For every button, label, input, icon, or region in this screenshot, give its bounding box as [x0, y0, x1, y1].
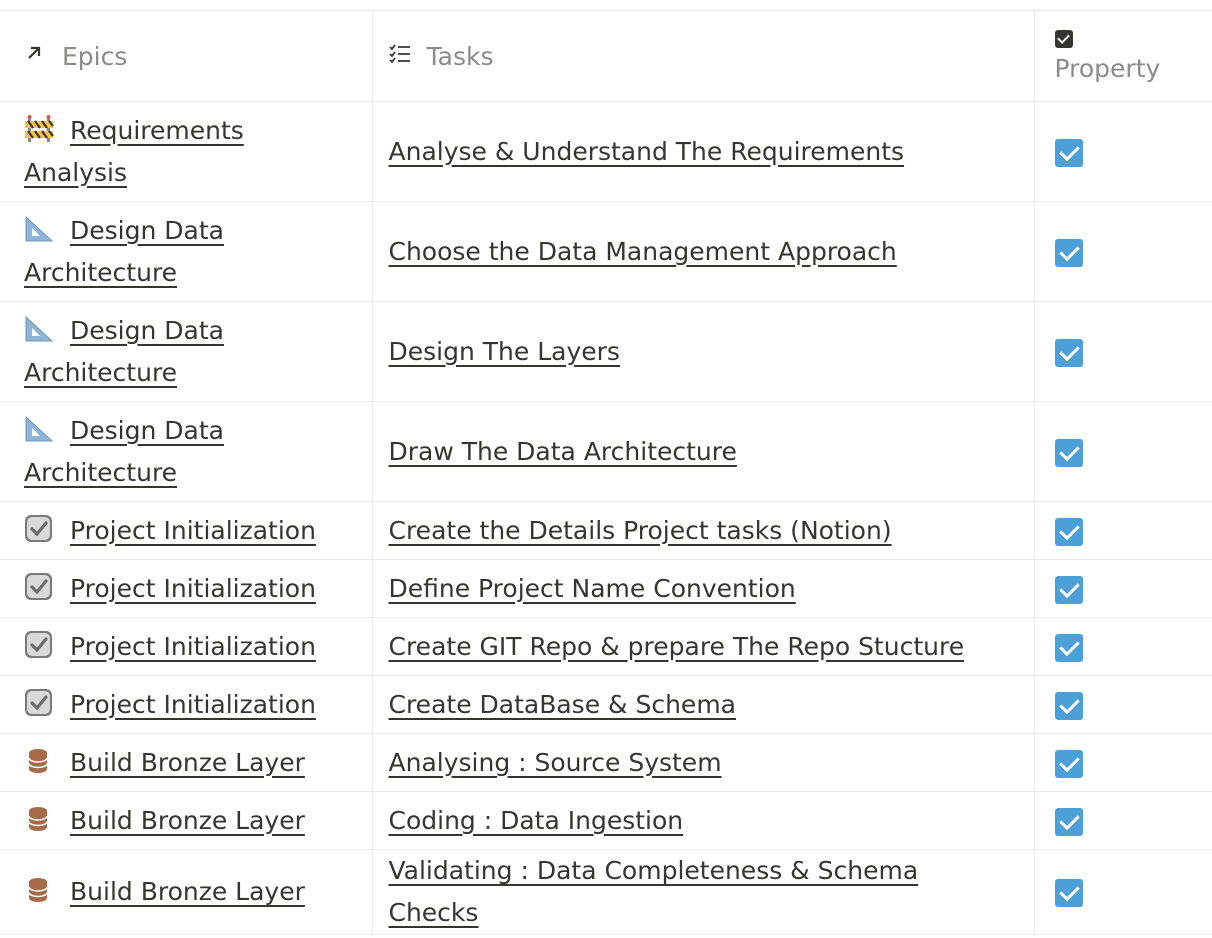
cell-epic[interactable]: Project Initialization: [0, 501, 373, 560]
cell-property: [1034, 733, 1212, 792]
task-link[interactable]: Coding : Data Ingestion: [389, 806, 684, 835]
cell-epic[interactable]: Build Bronze Layer: [0, 733, 373, 792]
task-link[interactable]: Analysing : Source System: [389, 748, 722, 777]
tasks-table-view: Epics Tasks Property Requirements Analys…: [0, 10, 1212, 935]
epic-link[interactable]: Project Initialization: [70, 574, 316, 603]
task-link[interactable]: Analyse & Understand The Requirements: [389, 137, 905, 166]
cell-property: [1034, 675, 1212, 734]
table-row: Project Initialization Create GIT Repo & …: [0, 617, 1212, 676]
epic-link[interactable]: Build Bronze Layer: [70, 806, 305, 835]
task-link[interactable]: Create the Details Project tasks (Notion…: [389, 516, 892, 545]
checklist-icon: [388, 43, 413, 69]
epic-link[interactable]: Build Bronze Layer: [70, 877, 305, 906]
task-link[interactable]: Create DataBase & Schema: [389, 690, 737, 719]
cell-property: [1034, 401, 1212, 502]
cell-epic[interactable]: Design Data Architecture: [0, 301, 373, 402]
column-header-label: Tasks: [426, 41, 494, 71]
column-header-label: Epics: [62, 41, 128, 71]
task-link[interactable]: Draw The Data Architecture: [389, 437, 737, 466]
property-checkbox[interactable]: [1054, 691, 1083, 720]
property-checkbox[interactable]: [1054, 575, 1083, 604]
property-checkbox[interactable]: [1054, 338, 1083, 367]
property-checkbox[interactable]: [1054, 517, 1083, 546]
cell-property: [1034, 301, 1212, 402]
cell-property: [1034, 101, 1212, 202]
epic-link[interactable]: Requirements Analysis: [24, 116, 244, 187]
cell-epic[interactable]: Project Initialization: [0, 559, 373, 618]
property-checkbox[interactable]: [1054, 879, 1083, 907]
task-link[interactable]: Choose the Data Management Approach: [389, 237, 897, 266]
arrow-up-right-icon: [24, 43, 48, 69]
cell-epic[interactable]: Project Initialization: [0, 675, 373, 734]
cell-epic[interactable]: Build Bronze Layer: [0, 849, 373, 935]
cell-task[interactable]: Create the Details Project tasks (Notion…: [372, 501, 1035, 560]
check-box-icon: [24, 514, 54, 542]
cell-property: [1034, 791, 1212, 850]
cell-epic[interactable]: Design Data Architecture: [0, 201, 373, 302]
table-header-row: Epics Tasks Property: [0, 10, 1212, 102]
table-row: Design Data Architecture Design The Layer…: [0, 301, 1212, 402]
task-link[interactable]: Define Project Name Convention: [389, 574, 796, 603]
table-row: Project Initialization Create the Details…: [0, 501, 1212, 560]
cell-property: [1034, 501, 1212, 560]
epic-link[interactable]: Project Initialization: [70, 632, 316, 661]
epic-link[interactable]: Project Initialization: [70, 690, 316, 719]
task-link[interactable]: Design The Layers: [389, 337, 620, 366]
task-link[interactable]: Validating : Data Completeness & Schema …: [389, 856, 919, 927]
cell-task[interactable]: Choose the Data Management Approach: [372, 201, 1035, 302]
table-row: Build Bronze Layer Analysing : Source Sys…: [0, 733, 1212, 792]
database-icon: [24, 875, 54, 903]
cell-task[interactable]: Analysing : Source System: [372, 733, 1035, 792]
cell-epic[interactable]: Project Initialization: [0, 617, 373, 676]
property-checkbox[interactable]: [1054, 438, 1083, 467]
cell-property: [1034, 559, 1212, 618]
property-checkbox[interactable]: [1054, 633, 1083, 662]
database-icon: [24, 746, 54, 774]
epic-link[interactable]: Project Initialization: [70, 516, 316, 545]
cell-property: [1034, 849, 1212, 935]
cell-task[interactable]: Define Project Name Convention: [372, 559, 1035, 618]
task-link[interactable]: Create GIT Repo & prepare The Repo Stuct…: [389, 632, 965, 661]
cell-task[interactable]: Design The Layers: [372, 301, 1035, 402]
cell-epic[interactable]: Requirements Analysis: [0, 101, 373, 202]
tasks-table: Epics Tasks Property Requirements Analys…: [0, 10, 1212, 935]
cell-epic[interactable]: Build Bronze Layer: [0, 791, 373, 850]
table-row: Requirements Analysis Analyse & Understan…: [0, 101, 1212, 202]
check-box-icon: [24, 630, 54, 658]
check-box-icon: [24, 572, 54, 600]
triangle-ruler-icon: [24, 414, 54, 442]
cell-task[interactable]: Analyse & Understand The Requirements: [372, 101, 1035, 202]
cell-task[interactable]: Coding : Data Ingestion: [372, 791, 1035, 850]
database-icon: [24, 804, 54, 832]
table-row: Build Bronze Layer Coding : Data Ingestio…: [0, 791, 1212, 850]
column-header-epics[interactable]: Epics: [0, 10, 373, 102]
property-checkbox[interactable]: [1054, 807, 1083, 836]
column-header-tasks[interactable]: Tasks: [372, 10, 1035, 102]
cell-task[interactable]: Validating : Data Completeness & Schema …: [372, 849, 1035, 935]
column-header-property[interactable]: Property: [1034, 10, 1212, 102]
property-checkbox[interactable]: [1054, 138, 1083, 167]
triangle-ruler-icon: [24, 214, 54, 242]
check-box-icon: [24, 688, 54, 716]
table-row: Design Data Architecture Choose the Data …: [0, 201, 1212, 302]
epic-link[interactable]: Build Bronze Layer: [70, 748, 305, 777]
cell-property: [1034, 201, 1212, 302]
checkbox-icon: [1054, 29, 1073, 48]
cell-property: [1034, 617, 1212, 676]
cell-epic[interactable]: Design Data Architecture: [0, 401, 373, 502]
cell-task[interactable]: Create GIT Repo & prepare The Repo Stuct…: [372, 617, 1035, 676]
table-row: Project Initialization Create DataBase & …: [0, 675, 1212, 734]
triangle-ruler-icon: [24, 314, 54, 342]
property-checkbox[interactable]: [1054, 749, 1083, 778]
table-row: Build Bronze Layer Validating : Data Comp…: [0, 849, 1212, 935]
table-row: Project Initialization Define Project Nam…: [0, 559, 1212, 618]
table-row: Design Data Architecture Draw The Data Ar…: [0, 401, 1212, 502]
property-checkbox[interactable]: [1054, 238, 1083, 267]
cell-task[interactable]: Draw The Data Architecture: [372, 401, 1035, 502]
column-header-label: Property: [1054, 53, 1161, 83]
cell-task[interactable]: Create DataBase & Schema: [372, 675, 1035, 734]
construction-icon: [24, 114, 54, 142]
